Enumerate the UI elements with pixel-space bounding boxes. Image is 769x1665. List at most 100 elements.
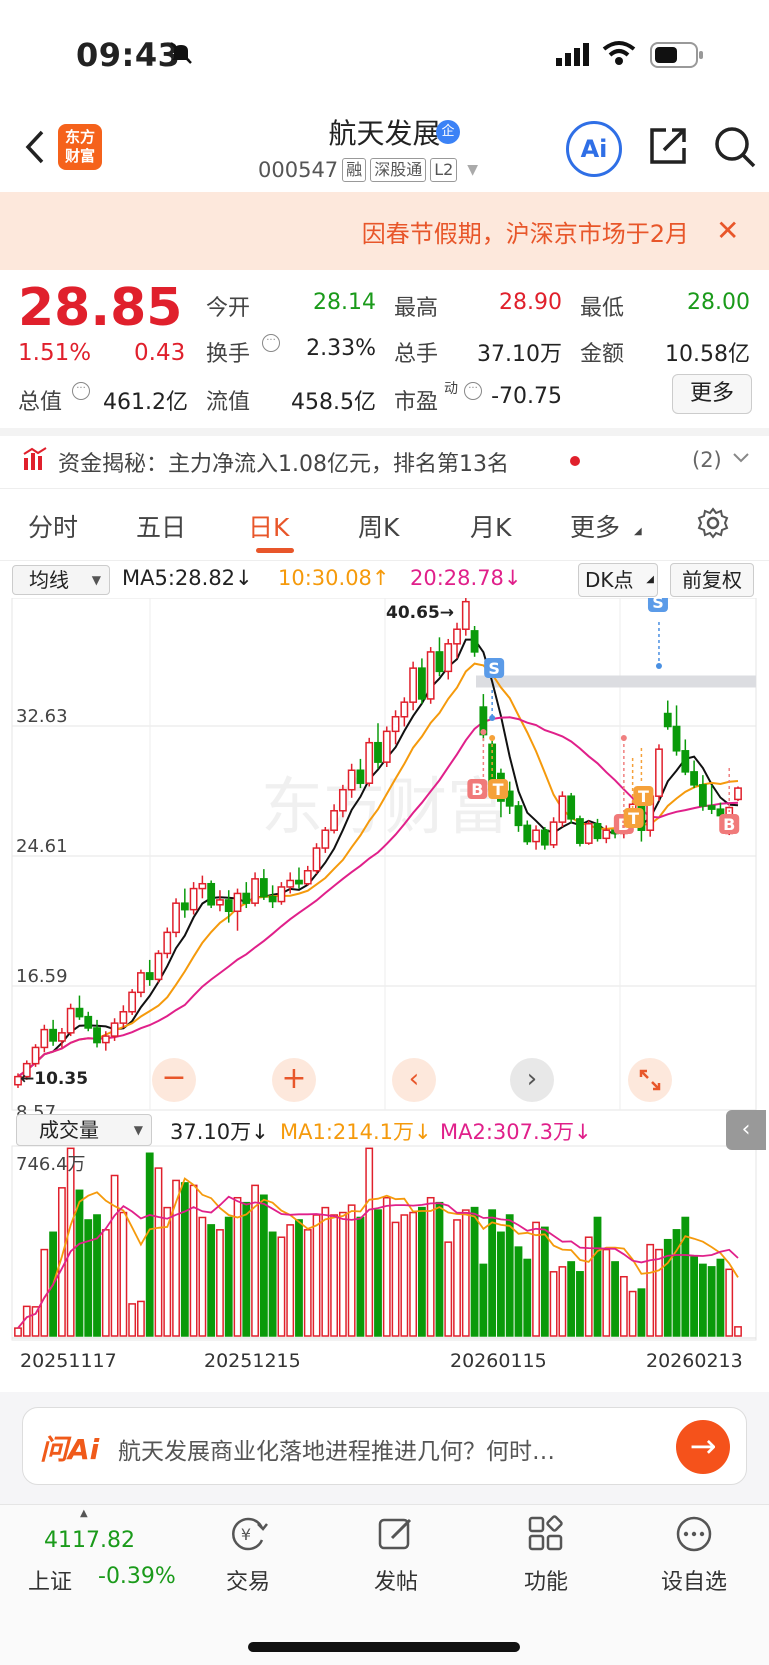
- status-time: 09:43: [76, 36, 181, 74]
- volume-bar: [409, 1211, 418, 1337]
- volume-bar: [725, 1268, 734, 1337]
- volume-bar: [488, 1209, 497, 1337]
- volume-bar: [286, 1224, 295, 1337]
- info-icon[interactable]: ···: [262, 334, 280, 352]
- volume-bar: [110, 1174, 119, 1337]
- volume-indicator-select[interactable]: 成交量 ▼: [16, 1114, 152, 1146]
- more-icon[interactable]: [634, 1514, 754, 1563]
- candle-body: [374, 741, 382, 763]
- field-label: 今开: [206, 296, 251, 321]
- fullscreen-icon[interactable]: [628, 1058, 672, 1102]
- close-icon[interactable]: ✕: [716, 214, 739, 247]
- info-icon[interactable]: ···: [72, 382, 90, 400]
- volume-bar: [277, 1236, 286, 1337]
- field-market-cap: 461.2亿: [103, 390, 188, 415]
- y-tick-label: 32.63: [16, 706, 68, 727]
- candle-body: [321, 829, 330, 849]
- fund-flow-text[interactable]: 资金揭秘：主力净流入1.08亿元，排名第13名: [58, 446, 509, 478]
- tab-monthly-k[interactable]: 月K: [470, 508, 511, 544]
- nav-post[interactable]: 发帖: [336, 1564, 456, 1596]
- battery-icon: [650, 42, 706, 72]
- function-icon[interactable]: [486, 1514, 606, 1563]
- stock-code-row[interactable]: 000547 融 深股通 L2 ▼: [258, 158, 478, 182]
- scroll-left-button[interactable]: ‹: [392, 1058, 436, 1102]
- trade-icon[interactable]: ¥: [188, 1514, 308, 1563]
- volume-bar: [707, 1266, 716, 1337]
- candle-body: [93, 1027, 101, 1044]
- zoom-out-button[interactable]: −: [152, 1058, 196, 1102]
- volume-bar: [540, 1226, 549, 1337]
- dropdown-icon[interactable]: ▼: [467, 162, 478, 178]
- x-label: 20251117: [20, 1350, 117, 1372]
- settings-icon[interactable]: [696, 506, 730, 544]
- x-label: 20260213: [646, 1350, 743, 1372]
- candle-body: [330, 810, 339, 831]
- scroll-right-button[interactable]: ›: [510, 1058, 554, 1102]
- index-value[interactable]: 4117.82: [44, 1528, 135, 1553]
- candle-body: [75, 1007, 84, 1018]
- share-icon[interactable]: [646, 124, 690, 172]
- ask-ai-text[interactable]: 航天发展商业化落地进程推进几何？何时…: [118, 1432, 555, 1466]
- volume-bar: [119, 1211, 128, 1337]
- more-button[interactable]: 更多: [672, 374, 752, 414]
- candle-body: [444, 643, 453, 673]
- collapse-button[interactable]: ‹: [726, 1110, 766, 1150]
- chevron-down-icon[interactable]: [732, 448, 750, 470]
- tab-daily-k[interactable]: 日K: [248, 508, 289, 544]
- candle-body: [338, 788, 347, 812]
- candle-body: [391, 716, 400, 733]
- volume-bar: [145, 1152, 154, 1337]
- info-icon[interactable]: ···: [464, 382, 482, 400]
- dk-label: DK点: [585, 568, 634, 592]
- field-label: 总值: [18, 390, 63, 415]
- divider: [0, 428, 769, 436]
- candle-body: [356, 769, 365, 784]
- field-volume: 37.10万: [477, 342, 562, 367]
- candle-body: [453, 628, 461, 645]
- volume-bar: [365, 1147, 374, 1337]
- dk-point-button[interactable]: DK点 ◢: [578, 563, 658, 597]
- volume-max-label: 746.4万: [16, 1154, 86, 1175]
- volume-bar: [400, 1214, 409, 1337]
- indicator-select[interactable]: 均线 ▼: [12, 565, 110, 595]
- change-percent: 1.51%: [18, 340, 92, 366]
- volume-bar: [505, 1214, 514, 1337]
- nav-add-watchlist[interactable]: 设自选: [634, 1564, 754, 1596]
- candle-body: [707, 805, 716, 810]
- tab-more[interactable]: 更多: [570, 508, 620, 544]
- tab-five-day[interactable]: 五日: [136, 508, 186, 544]
- volume-bar: [646, 1243, 655, 1337]
- arrow-right-icon[interactable]: →: [676, 1420, 730, 1474]
- volume-bar: [690, 1256, 699, 1337]
- adjust-button[interactable]: 前复权: [670, 563, 754, 597]
- volume-bar: [101, 1229, 110, 1337]
- field-pe: -70.75: [491, 384, 562, 409]
- search-icon[interactable]: [712, 124, 758, 174]
- volume-bar: [198, 1216, 207, 1337]
- ai-button[interactable]: Ai: [566, 121, 622, 177]
- candle-body: [66, 1007, 75, 1034]
- pe-superscript: 动: [444, 381, 458, 397]
- candle-body: [189, 887, 198, 911]
- volume-bar: [242, 1201, 251, 1337]
- trade-markers: 40.65→←10.35SSBTBTTB: [20, 598, 740, 1089]
- candle-body: [382, 730, 391, 763]
- volume-bar: [576, 1271, 584, 1337]
- tab-weekly-k[interactable]: 周K: [358, 508, 399, 544]
- volume-bar: [14, 1327, 22, 1337]
- kline-chart[interactable]: 东方财富 40.65→←10.35SSBTBTTB 40.6532.6324.6…: [0, 598, 769, 1388]
- marker-t: T: [638, 787, 649, 806]
- volume-bar: [84, 1219, 93, 1337]
- volume-value: 37.10万↓: [170, 1120, 269, 1144]
- tag-margin: 融: [342, 158, 367, 182]
- nav-trade[interactable]: 交易: [188, 1564, 308, 1596]
- volume-bar: [444, 1241, 453, 1337]
- candle-body: [259, 878, 268, 898]
- post-icon[interactable]: [336, 1514, 456, 1563]
- tag-connect: 深股通: [370, 158, 427, 182]
- nav-function[interactable]: 功能: [486, 1564, 606, 1596]
- tab-intraday[interactable]: 分时: [28, 508, 78, 544]
- zoom-in-button[interactable]: +: [272, 1058, 316, 1102]
- low-label: ←10.35: [20, 1069, 88, 1089]
- stock-code: 000547: [258, 158, 339, 182]
